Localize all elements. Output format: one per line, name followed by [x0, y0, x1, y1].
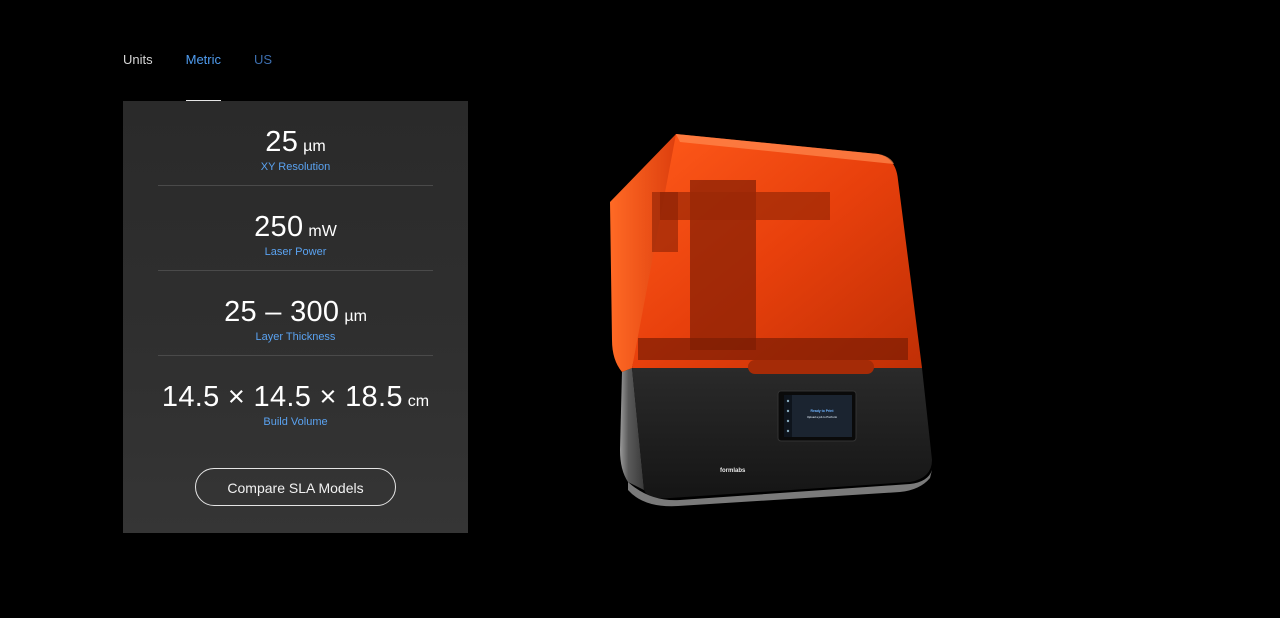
arm-bracket [652, 192, 678, 252]
tab-us[interactable]: US [254, 50, 272, 101]
tab-metric[interactable]: Metric [185, 50, 222, 101]
spec-unit: µm [303, 138, 326, 155]
page: Units Metric US 25 µm XY Resolution 250 mW… [0, 0, 1280, 618]
spec-unit: µm [344, 308, 367, 325]
units-label: Units [123, 52, 153, 67]
build-arm [660, 192, 830, 220]
spec-value: 25 – 300 [224, 296, 340, 328]
spec-list: 25 µm XY Resolution 250 mW Laser Power 25 … [158, 101, 433, 441]
spec-xy-resolution: 25 µm XY Resolution [158, 101, 433, 186]
spec-build-volume: 14.5 × 14.5 × 18.5 cm Build Volume [158, 356, 433, 441]
tank-handle [748, 360, 874, 374]
spec-layer-thickness: 25 – 300 µm Layer Thickness [158, 271, 433, 356]
spec-label: Layer Thickness [255, 331, 336, 343]
spec-card: 25 µm XY Resolution 250 mW Laser Power 25 … [123, 101, 468, 533]
resin-tank [638, 338, 908, 360]
screen-title: Ready to Print [811, 409, 835, 413]
printer-image: Ready to Print Upload a job to PreForm f… [560, 110, 980, 530]
printer-illustration: Ready to Print Upload a job to PreForm f… [610, 134, 932, 507]
formlabs-logo: formlabs [720, 468, 746, 474]
units-selector: Units Metric US [123, 50, 305, 101]
spec-label: XY Resolution [260, 161, 331, 173]
compare-sla-models-button[interactable]: Compare SLA Models [195, 468, 396, 506]
spec-label: Laser Power [264, 246, 327, 258]
screen-subtitle: Upload a job to PreForm [807, 415, 838, 419]
spec-value: 25 [265, 126, 299, 158]
touchscreen[interactable]: Ready to Print Upload a job to PreForm [777, 390, 857, 442]
spec-laser-power: 250 mW Laser Power [158, 186, 433, 271]
spec-value: 14.5 × 14.5 × 18.5 [161, 381, 403, 413]
spec-unit: mW [308, 223, 337, 240]
spec-unit: cm [407, 393, 430, 410]
spec-value: 250 [254, 211, 304, 243]
